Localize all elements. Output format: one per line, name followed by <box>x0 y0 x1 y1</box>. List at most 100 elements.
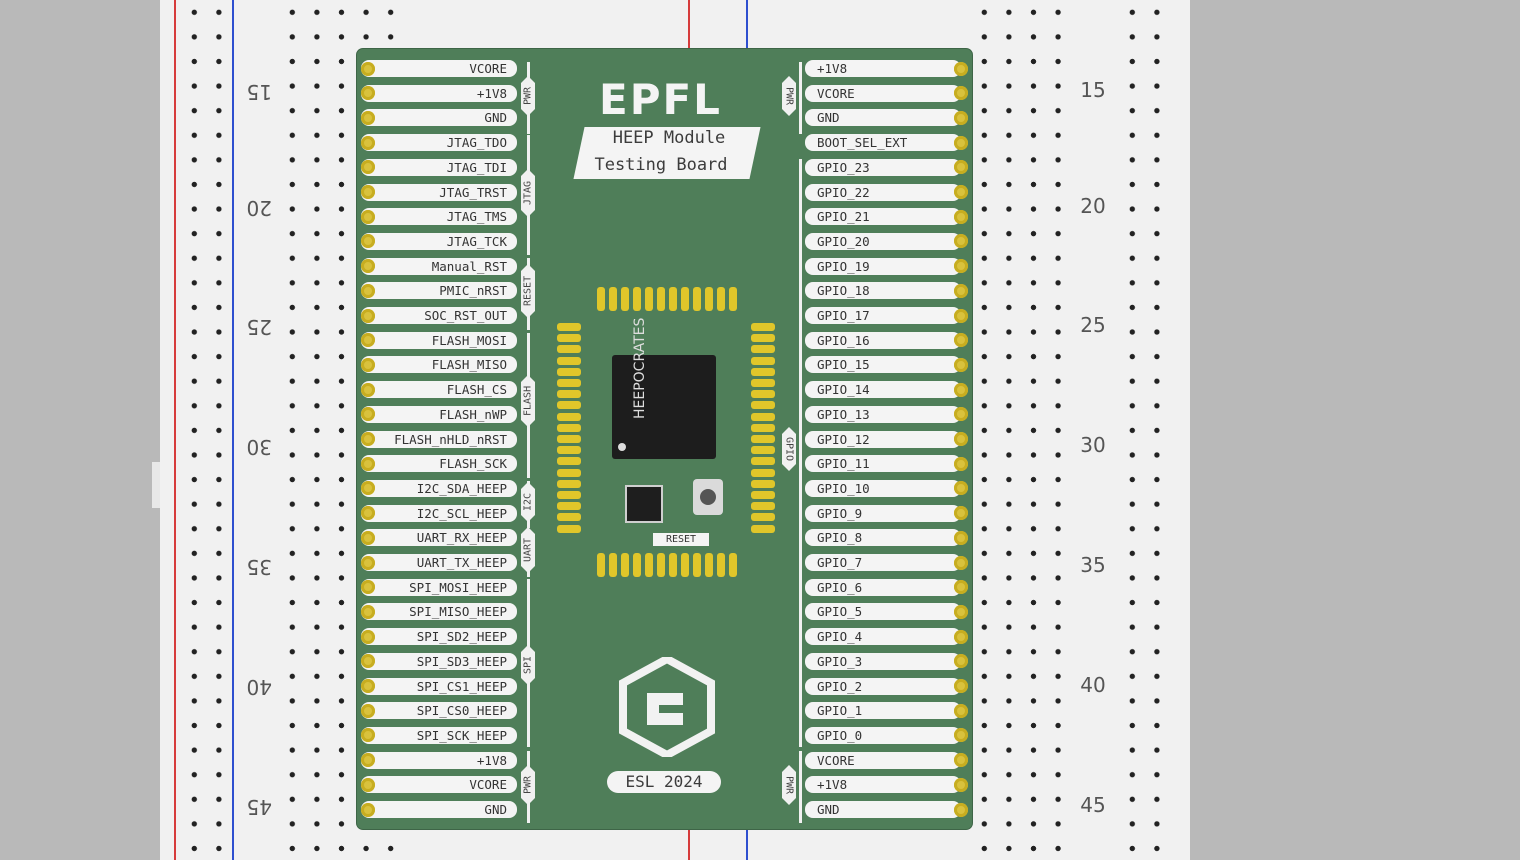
pin-label: FLASH_SCK <box>361 455 517 473</box>
reset-button[interactable] <box>693 479 723 515</box>
module-pad <box>751 323 775 331</box>
module-pad <box>693 287 701 311</box>
group-tag-pwr: PWR <box>521 765 535 805</box>
pin-label: Manual_RST <box>361 257 517 275</box>
pin-pad[interactable] <box>954 506 968 521</box>
module-pad <box>751 502 775 511</box>
pin-pad[interactable] <box>361 629 375 644</box>
pin-pad[interactable] <box>361 110 375 125</box>
pin-pad[interactable] <box>954 679 968 693</box>
pin-pad[interactable] <box>361 185 375 199</box>
pin-pad[interactable] <box>361 209 375 224</box>
row-number: 15 <box>1080 78 1106 102</box>
pin-pad[interactable] <box>361 530 375 545</box>
pin-pad[interactable] <box>954 777 968 792</box>
pin-pad[interactable] <box>361 555 375 570</box>
module-pad <box>751 367 775 376</box>
pin-pad[interactable] <box>954 728 968 743</box>
pin-pad[interactable] <box>954 283 968 298</box>
pin-pad[interactable] <box>361 308 375 323</box>
pin-label: GPIO_0 <box>805 726 961 744</box>
pin-pad[interactable] <box>361 135 375 150</box>
pin-pad[interactable] <box>954 604 968 619</box>
pin-pad[interactable] <box>954 802 968 817</box>
pin-pad[interactable] <box>954 703 968 718</box>
module-pad <box>681 553 689 577</box>
pin-pad[interactable] <box>954 481 968 496</box>
module-pad <box>557 423 581 432</box>
pin-pad[interactable] <box>954 654 968 669</box>
pin-pad[interactable] <box>954 407 968 422</box>
module-pad <box>751 390 775 399</box>
module-pad <box>557 435 581 443</box>
module-pad <box>751 401 775 410</box>
pin-pad[interactable] <box>361 283 375 298</box>
row-number: 20 <box>246 196 272 220</box>
group-tag-jtag: JTAG <box>521 169 535 217</box>
pin-label: GND <box>361 109 517 127</box>
pin-pad[interactable] <box>361 61 375 76</box>
pin-pad[interactable] <box>954 185 968 199</box>
group-bar-pwr <box>799 751 802 823</box>
module-pad <box>669 287 677 311</box>
pin-pad[interactable] <box>361 703 375 718</box>
row-number: 40 <box>246 675 272 699</box>
pin-pad[interactable] <box>954 308 968 323</box>
pin-pad[interactable] <box>954 629 968 644</box>
group-tag-reset: RESET <box>521 264 535 318</box>
module-pad <box>705 287 713 311</box>
row-number: 15 <box>246 80 272 104</box>
pin-pad[interactable] <box>954 333 968 348</box>
module-pad <box>609 553 617 577</box>
pin-label: GPIO_10 <box>805 479 961 497</box>
pin-label: GPIO_22 <box>805 183 961 201</box>
pin-pad[interactable] <box>361 432 375 446</box>
pin-pad[interactable] <box>954 357 968 372</box>
pin-pad[interactable] <box>954 135 968 150</box>
pin-pad[interactable] <box>954 209 968 224</box>
module-pad <box>751 412 775 421</box>
pin-pad[interactable] <box>954 259 968 274</box>
pin-pad[interactable] <box>361 506 375 521</box>
pin-pad[interactable] <box>361 753 375 768</box>
pin-label: I2C_SDA_HEEP <box>361 479 517 497</box>
board-title-line2: Testing Board <box>594 155 728 175</box>
pin-pad[interactable] <box>954 160 968 175</box>
pin-pad[interactable] <box>954 753 968 768</box>
pin-pad[interactable] <box>954 580 968 595</box>
pin-label: VCORE <box>805 84 961 102</box>
pin-pad[interactable] <box>954 110 968 125</box>
pin-pad[interactable] <box>954 86 968 101</box>
pin-label: SPI_MOSI_HEEP <box>361 578 517 596</box>
rail-holes-right <box>1120 0 1168 860</box>
pin-pad[interactable] <box>954 382 968 397</box>
pin-pad[interactable] <box>954 530 968 545</box>
pin-pad[interactable] <box>954 61 968 76</box>
pin-label: GND <box>805 109 961 127</box>
module-pad <box>751 356 775 365</box>
terminal-holes-mid <box>972 0 1072 860</box>
pin-label: SPI_CS0_HEEP <box>361 702 517 720</box>
pin-label: GPIO_4 <box>805 628 961 646</box>
pin-pad[interactable] <box>361 679 375 693</box>
pin-pad[interactable] <box>361 382 375 397</box>
pin-label: GPIO_11 <box>805 455 961 473</box>
pin-pad[interactable] <box>954 234 968 249</box>
pin-pad[interactable] <box>361 777 375 792</box>
pin-label: UART_RX_HEEP <box>361 529 517 547</box>
pin-label: JTAG_TDI <box>361 158 517 176</box>
module-pad <box>751 457 775 466</box>
pin-pad[interactable] <box>361 604 375 619</box>
pin-pad[interactable] <box>361 456 375 471</box>
pin-label: JTAG_TRST <box>361 183 517 201</box>
pin-pad[interactable] <box>954 555 968 570</box>
pin-pad[interactable] <box>954 456 968 471</box>
pin-label: +1V8 <box>805 776 961 794</box>
pin-pad[interactable] <box>361 357 375 372</box>
pin-pad[interactable] <box>361 259 375 274</box>
pin-pad[interactable] <box>954 432 968 446</box>
pin-label: GPIO_13 <box>805 405 961 423</box>
group-tag-pwr: PWR <box>521 76 535 116</box>
pin-label: GPIO_14 <box>805 381 961 399</box>
pin-pad[interactable] <box>361 802 375 817</box>
